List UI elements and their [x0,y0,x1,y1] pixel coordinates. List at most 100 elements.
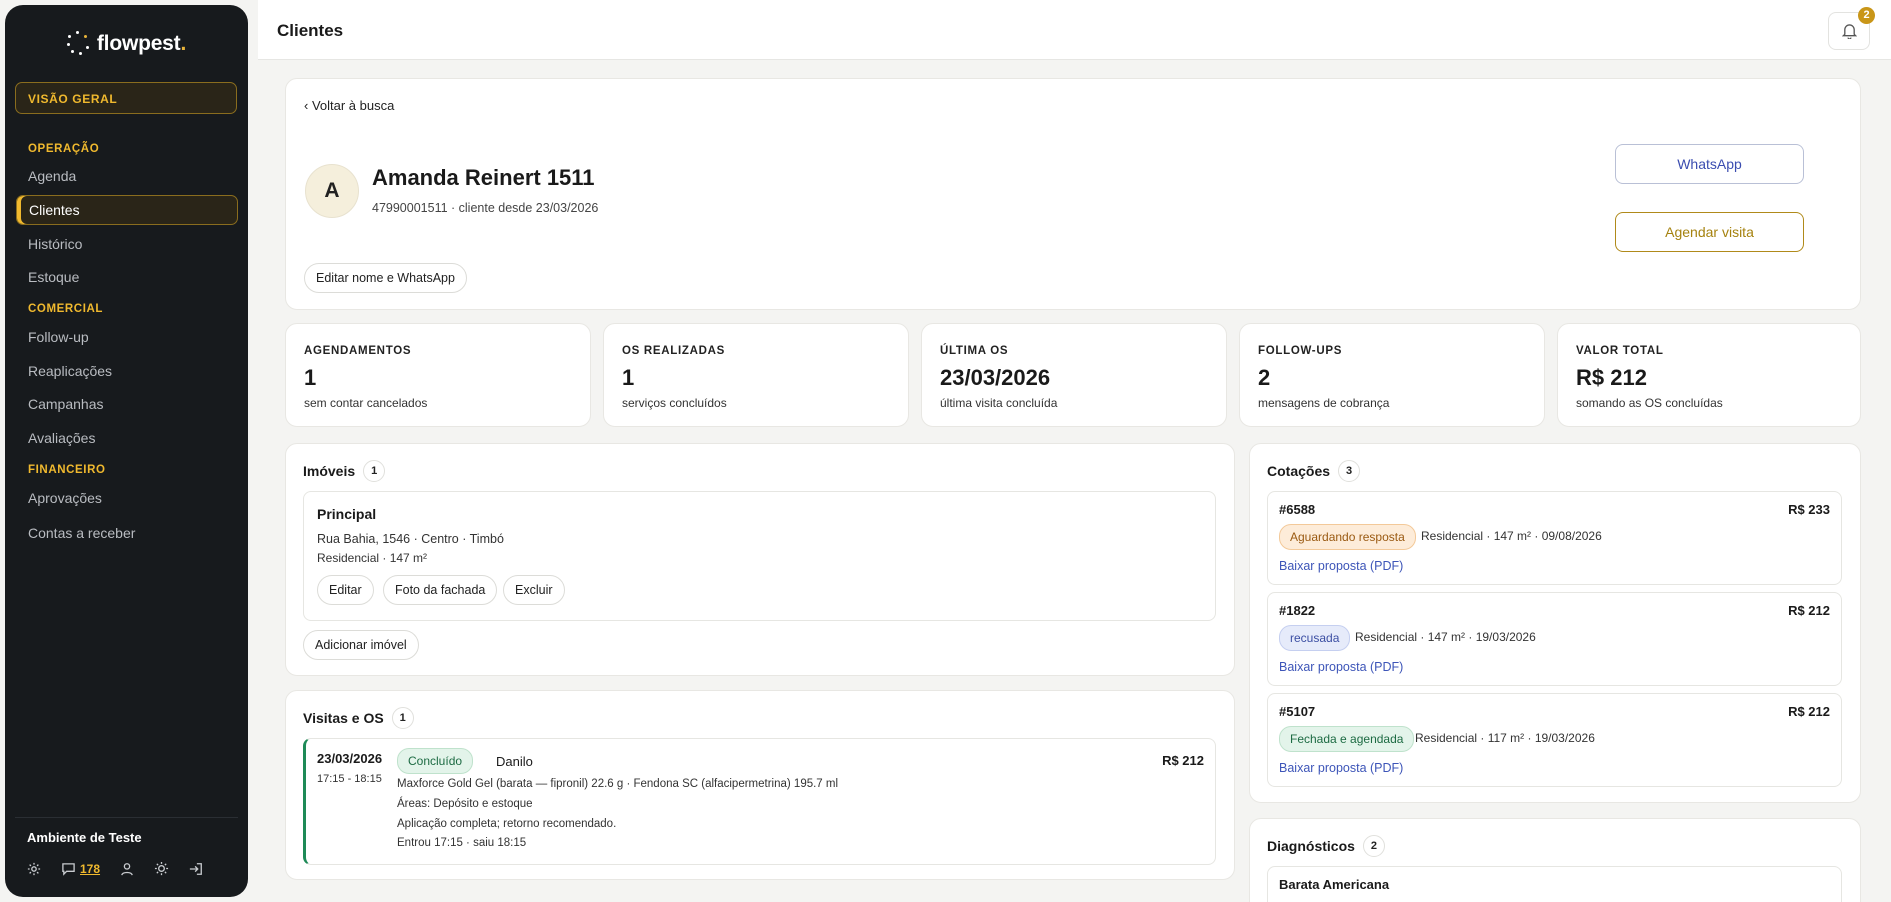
visit-products: Maxforce Gold Gel (barata — fipronil) 22… [397,778,839,790]
sidebar-item-clientes[interactable]: Clientes [16,195,238,225]
visit-item[interactable]: 23/03/2026 17:15 - 18:15 Concluído Danil… [303,738,1216,865]
sidebar-item-campanhas[interactable]: Campanhas [28,396,104,412]
section-title: Diagnósticos [1267,838,1355,854]
section-comercial: COMERCIAL [28,303,104,315]
stat-value: 1 [622,365,635,390]
user-icon[interactable] [120,862,134,876]
quote-id: #1822 [1279,603,1316,618]
sidebar-divider [15,817,238,818]
stat-card-ultima-os: ÚLTIMA OS 23/03/2026 última visita concl… [921,323,1227,427]
brand-logo[interactable]: flowpest. [5,31,248,56]
sidebar-item-aprovacoes[interactable]: Aprovações [28,490,102,506]
section-title: Cotações [1267,463,1331,479]
count-pill: 1 [363,460,386,482]
stat-label: AGENDAMENTOS [304,345,412,357]
download-proposal-link[interactable]: Baixar proposta (PDF) [1279,559,1403,573]
stat-subtitle: sem contar cancelados [304,396,428,410]
imoveis-card: Imóveis 1 Principal Rua Bahia, 1546 · Ce… [285,443,1235,676]
stat-label: OS REALIZADAS [622,345,726,357]
quote-value: R$ 212 [1788,603,1830,618]
diagnosis-name: Barata Americana [1279,877,1390,892]
logout-icon[interactable] [189,862,203,876]
avatar: A [305,164,359,218]
status-badge: Aguardando resposta [1279,524,1416,550]
property-name: Principal [317,506,377,522]
stat-label: FOLLOW-UPS [1258,345,1343,357]
add-property-button[interactable]: Adicionar imóvel [303,630,419,660]
quote-value: R$ 212 [1788,704,1830,719]
property-detail: Residencial · 147 m² [317,551,428,565]
sidebar-footer: 178 [27,861,203,876]
logo-icon [66,31,89,55]
sidebar-item-followup[interactable]: Follow-up [28,329,89,345]
count-pill: 1 [391,707,414,729]
cotacoes-card: Cotações 3 #6588 R$ 233 Aguardando respo… [1249,443,1861,803]
whatsapp-button[interactable]: WhatsApp [1615,144,1804,184]
count-pill: 2 [1362,835,1385,857]
nav-overview[interactable]: VISÃO GERAL [15,82,237,114]
status-badge: Concluído [397,748,474,774]
sidebar-item-contas[interactable]: Contas a receber [28,525,135,541]
visitas-card: Visitas e OS 1 23/03/2026 17:15 - 18:15 … [285,690,1235,880]
quote-item: #6588 R$ 233 Aguardando resposta Residen… [1267,491,1842,585]
status-badge: recusada [1279,625,1351,651]
schedule-visit-button[interactable]: Agendar visita [1615,212,1804,252]
quote-detail: Residencial · 147 m² · 09/08/2026 [1421,529,1602,543]
bell-icon [1841,24,1857,39]
visitas-header: Visitas e OS 1 [303,707,414,729]
sidebar-item-reaplicacoes[interactable]: Reaplicações [28,363,112,379]
client-card: ‹ Voltar à busca A Amanda Reinert 1511 4… [285,78,1861,310]
chat-icon [62,862,75,876]
top-bar: Clientes 2 [258,0,1891,60]
stat-value: R$ 212 [1576,365,1647,390]
imoveis-header: Imóveis 1 [303,460,386,482]
cotacoes-header: Cotações 3 [1267,460,1361,482]
download-proposal-link[interactable]: Baixar proposta (PDF) [1279,660,1403,674]
messages-button[interactable]: 178 [61,862,100,876]
quote-id: #5107 [1279,704,1316,719]
stat-subtitle: somando as OS concluídas [1576,396,1723,410]
sidebar-item-avaliacoes[interactable]: Avaliações [28,430,95,446]
client-subtitle: 47990001511 · cliente desde 23/03/2026 [372,201,599,215]
sidebar: flowpest. VISÃO GERAL OPERAÇÃO Agenda Cl… [5,5,248,897]
sidebar-item-historico[interactable]: Histórico [28,236,82,252]
sidebar-item-agenda[interactable]: Agenda [28,168,76,184]
sidebar-item-estoque[interactable]: Estoque [28,269,79,285]
edit-property-button[interactable]: Editar [317,575,374,605]
page-title: Clientes [277,21,344,40]
stat-label: ÚLTIMA OS [940,345,1009,357]
technician-name: Danilo [496,754,533,769]
section-operacao: OPERAÇÃO [28,143,100,155]
section-title: Visitas e OS [303,710,384,726]
stat-value: 1 [304,365,317,390]
messages-count: 178 [80,861,101,876]
stat-subtitle: última visita concluída [940,396,1058,410]
section-title: Imóveis [303,463,356,479]
stat-card-followups: FOLLOW-UPS 2 mensagens de cobrança [1239,323,1545,427]
notifications-button[interactable]: 2 [1828,7,1875,50]
visit-areas: Áreas: Depósito e estoque [397,798,533,810]
edit-name-whatsapp-button[interactable]: Editar nome e WhatsApp [304,263,467,293]
back-to-search-link[interactable]: ‹ Voltar à busca [304,98,394,113]
theme-sun-icon[interactable] [154,861,169,876]
diagnosis-item[interactable]: Barata Americana [1267,866,1842,902]
download-proposal-link[interactable]: Baixar proposta (PDF) [1279,761,1403,775]
visit-checkin: Entrou 17:15 · saiu 18:15 [397,837,527,849]
visit-time: 17:15 - 18:15 [317,773,382,785]
delete-property-button[interactable]: Excluir [503,575,565,605]
stat-subtitle: mensagens de cobrança [1258,396,1390,410]
facade-photo-button[interactable]: Foto da fachada [383,575,498,605]
quote-id: #6588 [1279,502,1316,517]
stat-card-valor-total: VALOR TOTAL R$ 212 somando as OS concluí… [1557,323,1861,427]
status-badge: Fechada e agendada [1279,726,1415,752]
stat-value: 23/03/2026 [940,365,1051,390]
visit-notes: Aplicação completa; retorno recomendado. [397,818,617,830]
stat-card-agendamentos: AGENDAMENTOS 1 sem contar cancelados [285,323,591,427]
diagnosticos-card: Diagnósticos 2 Barata Americana [1249,818,1861,902]
client-name: Amanda Reinert 1511 [372,165,595,190]
settings-icon[interactable] [27,862,41,876]
quote-detail: Residencial · 147 m² · 19/03/2026 [1355,630,1536,644]
section-financeiro: FINANCEIRO [28,464,106,476]
count-pill: 3 [1338,460,1361,482]
environment-label: Ambiente de Teste [27,830,142,845]
